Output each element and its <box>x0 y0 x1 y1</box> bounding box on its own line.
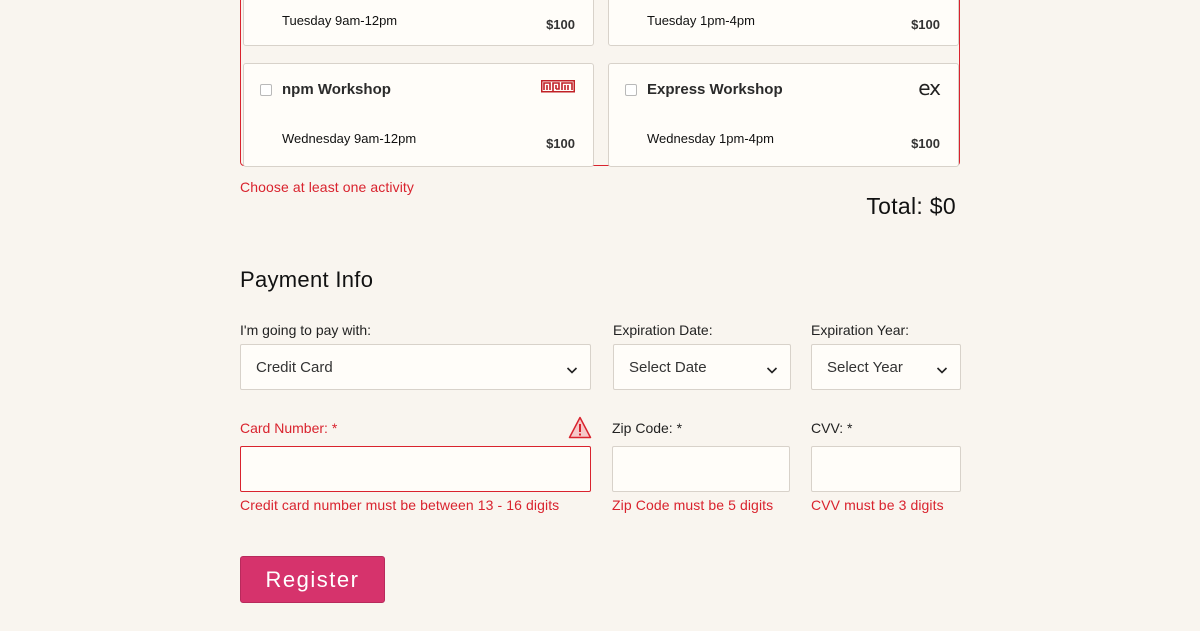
activity-card[interactable]: Tuesday 9am-12pm $100 <box>243 0 594 46</box>
required-mark: * <box>847 420 853 436</box>
activity-cost: $100 <box>911 136 940 151</box>
activities-fieldset: Tuesday 9am-12pm $100 Tuesday 1pm-4pm $1… <box>240 0 960 167</box>
chevron-down-icon <box>936 362 948 380</box>
total-cost: Total: $0 <box>866 193 956 219</box>
cvv-label-text: CVV: <box>811 420 844 436</box>
zip-label-text: Zip Code: <box>612 420 673 436</box>
warning-icon <box>568 416 592 444</box>
exp-date-label: Expiration Date: <box>613 322 713 338</box>
exp-year-select[interactable]: Select Year <box>811 344 961 390</box>
activity-cost: $100 <box>911 17 940 32</box>
activity-checkbox[interactable] <box>260 84 272 96</box>
card-number-label-text: Card Number: <box>240 420 328 436</box>
register-button[interactable]: Register <box>240 556 385 603</box>
activities-error: Choose at least one activity <box>240 179 415 195</box>
express-logo-icon: ex <box>918 76 941 100</box>
activity-cost: $100 <box>546 136 575 151</box>
payment-method-value: Credit Card <box>256 359 333 376</box>
payment-title: Payment Info <box>240 267 374 292</box>
chevron-down-icon <box>566 362 578 380</box>
pay-with-label: I'm going to pay with: <box>240 322 372 338</box>
exp-date-value: Select Date <box>629 359 707 376</box>
activity-time: Tuesday 1pm-4pm <box>647 13 755 28</box>
activity-time: Wednesday 9am-12pm <box>282 131 417 146</box>
activity-time: Wednesday 1pm-4pm <box>647 131 774 146</box>
activity-checkbox[interactable] <box>625 84 637 96</box>
zip-code-error: Zip Code must be 5 digits <box>612 497 774 513</box>
activity-cost: $100 <box>546 17 575 32</box>
activity-name: Express Workshop <box>647 81 783 98</box>
chevron-down-icon <box>766 362 778 380</box>
cvv-label: CVV: * <box>811 420 853 436</box>
card-number-input[interactable] <box>240 446 591 492</box>
payment-method-select[interactable]: Credit Card <box>240 344 591 390</box>
npm-logo-icon <box>541 80 575 98</box>
zip-code-input[interactable] <box>612 446 790 492</box>
cvv-input[interactable] <box>811 446 961 492</box>
exp-year-label: Expiration Year: <box>811 322 910 338</box>
activity-card-express[interactable]: Express Workshop ex Wednesday 1pm-4pm $1… <box>608 63 959 167</box>
activity-card[interactable]: Tuesday 1pm-4pm $100 <box>608 0 959 46</box>
zip-label: Zip Code: * <box>612 420 682 436</box>
activity-card-npm[interactable]: npm Workshop Wednesday 9am-12pm $100 <box>243 63 594 167</box>
activity-time: Tuesday 9am-12pm <box>282 13 398 28</box>
required-mark: * <box>676 420 683 436</box>
activity-name: npm Workshop <box>282 81 391 98</box>
card-number-error: Credit card number must be between 13 - … <box>240 497 560 513</box>
exp-date-select[interactable]: Select Date <box>613 344 791 390</box>
exp-year-value: Select Year <box>827 359 903 376</box>
required-mark: * <box>331 420 338 436</box>
card-number-label: Card Number: * <box>240 420 337 436</box>
cvv-error: CVV must be 3 digits <box>811 497 944 513</box>
